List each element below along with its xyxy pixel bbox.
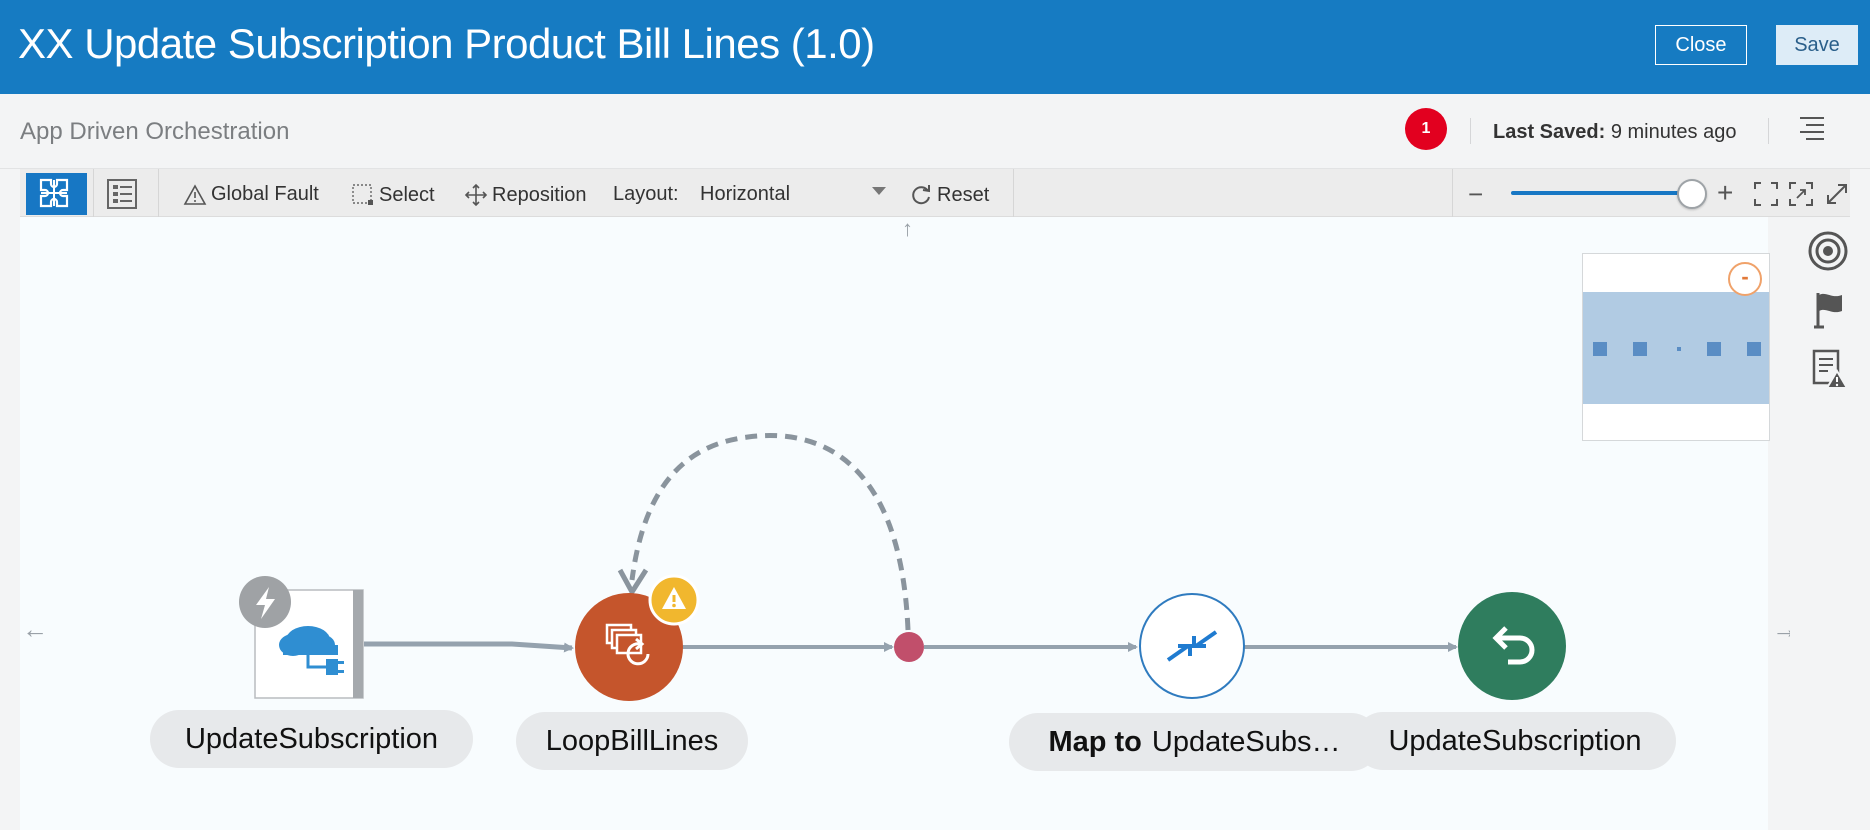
trigger-node-label[interactable]: UpdateSubscription [150, 710, 473, 768]
minimap-viewport[interactable] [1583, 292, 1769, 404]
minimap-node [1747, 342, 1761, 356]
lightning-icon [239, 576, 291, 628]
map-node-label-bold: Map to [1048, 725, 1142, 758]
return-arrow-icon [1458, 592, 1566, 700]
minimap-node [1677, 347, 1681, 351]
loop-node-label[interactable]: LoopBillLines [516, 712, 748, 770]
merge-point-icon[interactable] [892, 630, 926, 664]
trigger-node[interactable] [238, 575, 368, 700]
minimap-collapse-button[interactable]: - [1728, 262, 1762, 296]
minimap-node [1707, 342, 1721, 356]
right-rail [1790, 217, 1870, 830]
warning-icon[interactable] [648, 574, 700, 626]
connector-trigger-to-loop [364, 641, 574, 653]
issues-report-icon[interactable] [1806, 347, 1850, 391]
return-node-label[interactable]: UpdateSubscription [1354, 712, 1676, 770]
minimap-node [1633, 342, 1647, 356]
minimap[interactable]: - [1582, 253, 1770, 441]
map-arrows-icon [1139, 593, 1245, 699]
minimap-node [1593, 342, 1607, 356]
map-node-label[interactable]: Map to UpdateSubs… [1009, 713, 1380, 771]
map-node[interactable] [1138, 592, 1246, 700]
flag-icon[interactable] [1806, 287, 1850, 331]
map-node-label-text: UpdateSubs… [1151, 725, 1341, 758]
return-node[interactable] [1458, 592, 1566, 700]
target-icon[interactable] [1806, 229, 1850, 273]
